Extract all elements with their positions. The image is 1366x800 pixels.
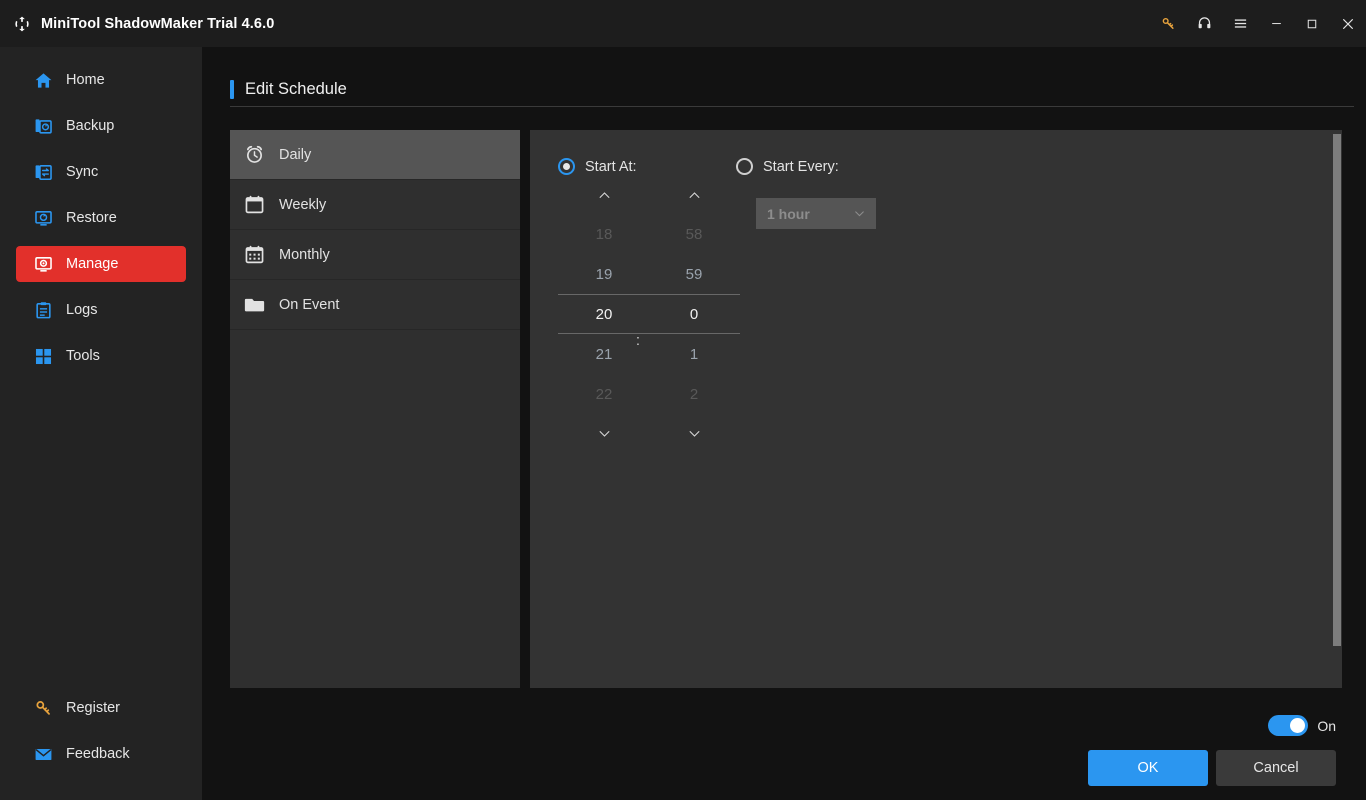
- dialog-buttons: OK Cancel: [1088, 750, 1336, 786]
- minute-option[interactable]: 1: [648, 334, 740, 374]
- radio-start-every[interactable]: Start Every:: [736, 158, 839, 175]
- interval-select[interactable]: 1 hour: [756, 198, 876, 229]
- page-title: Edit Schedule: [245, 80, 347, 99]
- title-bar: MiniTool ShadowMaker Trial 4.6.0: [0, 0, 1366, 47]
- radio-dot-icon: [741, 163, 748, 170]
- menu-icon[interactable]: [1222, 0, 1258, 47]
- minute-up-button[interactable]: [648, 176, 740, 214]
- radio-start-at-label: Start At:: [585, 159, 637, 175]
- sidebar-item-register[interactable]: Register: [16, 690, 186, 726]
- sync-icon: [34, 163, 53, 182]
- radio-start-every-label: Start Every:: [763, 159, 839, 175]
- sidebar-item-sync[interactable]: Sync: [16, 154, 186, 190]
- schedule-type-label: Monthly: [279, 247, 330, 263]
- sidebar: Home Backup Sync: [0, 47, 202, 800]
- sidebar-item-logs[interactable]: Logs: [16, 292, 186, 328]
- hour-option[interactable]: 22: [558, 374, 650, 414]
- hour-spinner: 18 19 20 21 22: [558, 176, 650, 452]
- settings-scrollbar-thumb[interactable]: [1333, 134, 1341, 646]
- sidebar-item-label: Sync: [66, 164, 98, 180]
- sidebar-item-home[interactable]: Home: [16, 62, 186, 98]
- schedule-type-label: Weekly: [279, 197, 326, 213]
- sidebar-bottom-nav: Register Feedback: [0, 690, 202, 782]
- sidebar-item-label: Backup: [66, 118, 114, 134]
- close-icon[interactable]: [1330, 0, 1366, 47]
- sidebar-item-label: Tools: [66, 348, 100, 364]
- chevron-down-icon: [687, 426, 702, 441]
- title-bar-left: MiniTool ShadowMaker Trial 4.6.0: [0, 14, 274, 34]
- calendar-icon: [244, 194, 265, 215]
- headset-icon[interactable]: [1186, 0, 1222, 47]
- hour-option[interactable]: 18: [558, 214, 650, 254]
- radio-mark-icon: [558, 158, 575, 175]
- app-logo-icon: [12, 14, 32, 34]
- sidebar-item-label: Logs: [66, 302, 97, 318]
- key-icon[interactable]: [1150, 0, 1186, 47]
- schedule-type-label: Daily: [279, 147, 311, 163]
- page-title-accent-bar: [230, 80, 234, 99]
- sidebar-item-manage[interactable]: Manage: [16, 246, 186, 282]
- minute-option-selected[interactable]: 0: [648, 294, 740, 334]
- folder-icon: [244, 294, 265, 315]
- restore-icon: [34, 209, 53, 228]
- schedule-enable-toggle-group: On: [1268, 715, 1336, 736]
- tools-icon: [34, 347, 53, 366]
- radio-start-at[interactable]: Start At:: [558, 158, 637, 175]
- schedule-type-monthly[interactable]: Monthly: [230, 230, 520, 280]
- window-title: MiniTool ShadowMaker Trial 4.6.0: [41, 16, 274, 32]
- hour-up-button[interactable]: [558, 176, 650, 214]
- schedule-type-list: Daily Weekly: [230, 130, 520, 688]
- sidebar-item-tools[interactable]: Tools: [16, 338, 186, 374]
- hour-down-button[interactable]: [558, 414, 650, 452]
- maximize-icon[interactable]: [1294, 0, 1330, 47]
- minute-option[interactable]: 2: [648, 374, 740, 414]
- schedule-type-on-event[interactable]: On Event: [230, 280, 520, 330]
- toggle-state-label: On: [1317, 718, 1336, 734]
- chevron-up-icon: [597, 188, 612, 203]
- schedule-type-weekly[interactable]: Weekly: [230, 180, 520, 230]
- mail-icon: [34, 745, 53, 764]
- minute-option[interactable]: 58: [648, 214, 740, 254]
- logs-icon: [34, 301, 53, 320]
- schedule-enable-toggle[interactable]: [1268, 715, 1308, 736]
- sidebar-item-label: Home: [66, 72, 105, 88]
- chevron-down-icon: [597, 426, 612, 441]
- sidebar-item-label: Manage: [66, 256, 118, 272]
- manage-icon: [34, 255, 53, 274]
- sidebar-nav: Home Backup Sync: [0, 47, 202, 374]
- page-header-divider: [230, 106, 1354, 107]
- main-content: Edit Schedule Daily: [202, 47, 1366, 800]
- alarm-clock-icon: [244, 144, 265, 165]
- time-separator: :: [628, 320, 648, 360]
- ok-button[interactable]: OK: [1088, 750, 1208, 786]
- minute-option[interactable]: 59: [648, 254, 740, 294]
- radio-mark-icon: [736, 158, 753, 175]
- sidebar-item-label: Restore: [66, 210, 117, 226]
- minimize-icon[interactable]: [1258, 0, 1294, 47]
- cancel-button[interactable]: Cancel: [1216, 750, 1336, 786]
- interval-select-value: 1 hour: [756, 206, 810, 222]
- hour-option[interactable]: 19: [558, 254, 650, 294]
- key-icon: [34, 699, 53, 718]
- minute-spinner: 58 59 0 1 2: [648, 176, 740, 452]
- schedule-settings-panel: Start At: Start Every: 1 hour: [530, 130, 1342, 688]
- schedule-type-daily[interactable]: Daily: [230, 130, 520, 180]
- radio-dot-icon: [563, 163, 570, 170]
- minute-down-button[interactable]: [648, 414, 740, 452]
- schedule-type-label: On Event: [279, 297, 339, 313]
- chevron-up-icon: [687, 188, 702, 203]
- sidebar-item-label: Register: [66, 700, 120, 716]
- toggle-knob: [1290, 718, 1305, 733]
- backup-icon: [34, 117, 53, 136]
- calendar-grid-icon: [244, 244, 265, 265]
- sidebar-item-feedback[interactable]: Feedback: [16, 736, 186, 772]
- home-icon: [34, 71, 53, 90]
- chevron-down-icon: [853, 207, 866, 220]
- page-header: Edit Schedule: [230, 80, 347, 99]
- sidebar-item-label: Feedback: [66, 746, 130, 762]
- title-bar-controls: [1150, 0, 1366, 47]
- settings-scrollbar[interactable]: [1332, 130, 1342, 688]
- sidebar-item-backup[interactable]: Backup: [16, 108, 186, 144]
- sidebar-item-restore[interactable]: Restore: [16, 200, 186, 236]
